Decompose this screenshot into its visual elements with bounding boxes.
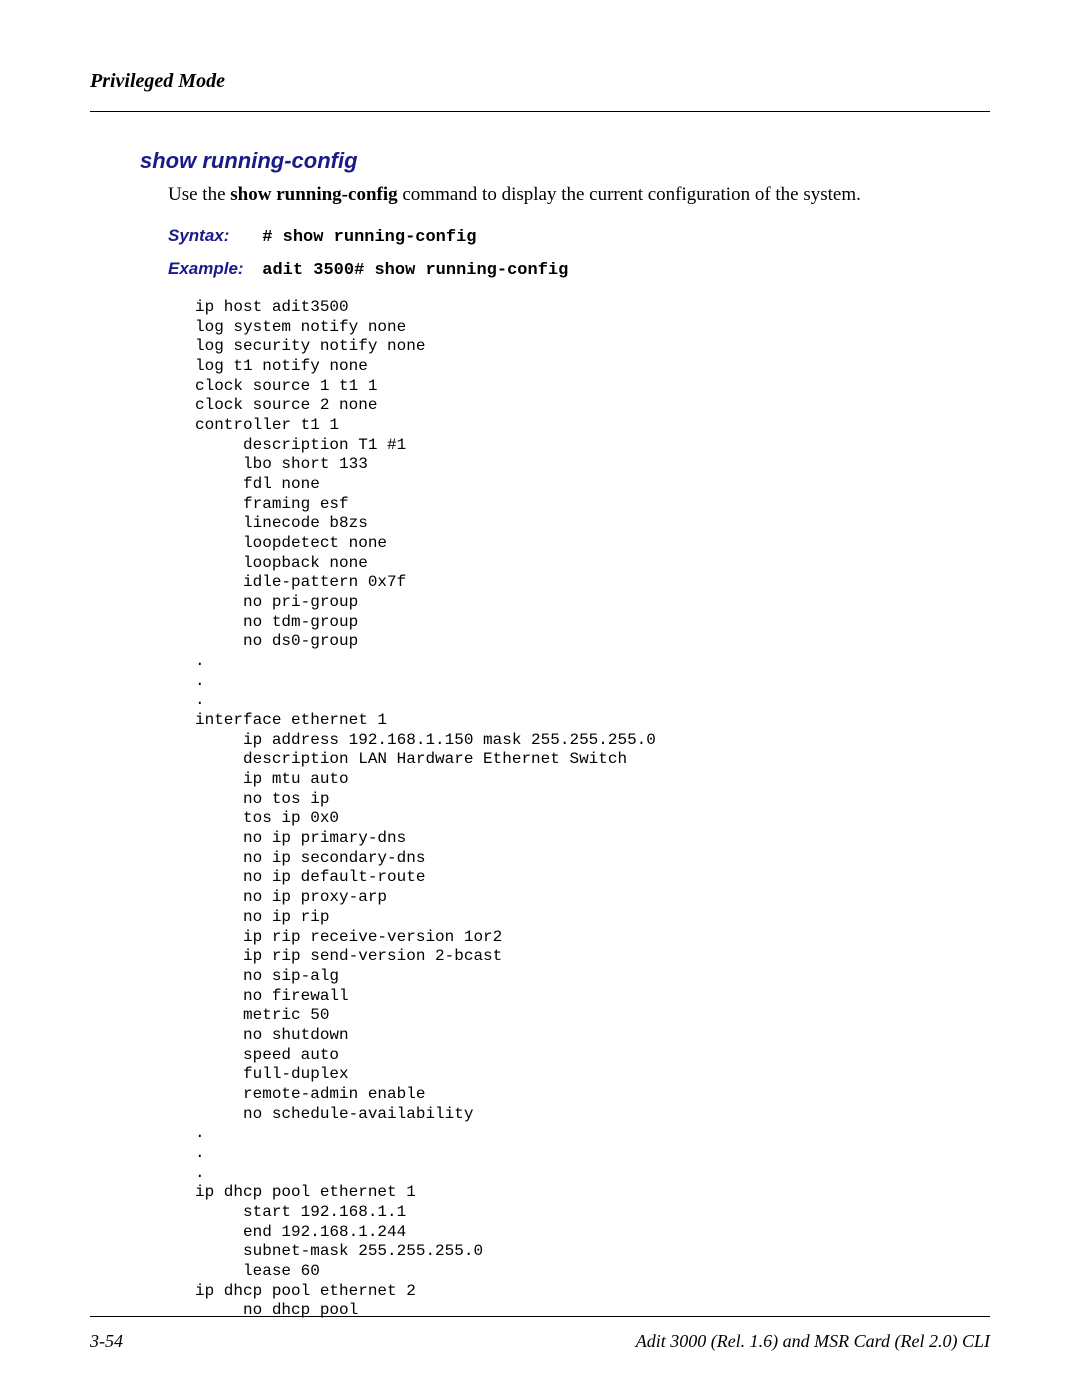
footer-divider xyxy=(90,1316,990,1317)
syntax-value: # show running-config xyxy=(262,228,476,247)
example-label: Example: xyxy=(168,259,258,279)
intro-command: show running-config xyxy=(230,184,397,205)
syntax-label: Syntax: xyxy=(168,226,258,246)
intro-text: Use the show running-config command to d… xyxy=(168,184,990,206)
doc-title: Adit 3000 (Rel. 1.6) and MSR Card (Rel 2… xyxy=(636,1331,990,1352)
page-footer: 3-54 Adit 3000 (Rel. 1.6) and MSR Card (… xyxy=(90,1316,990,1352)
intro-suffix: command to display the current configura… xyxy=(398,184,861,205)
page-number: 3-54 xyxy=(90,1331,123,1352)
syntax-row: Syntax: # show running-config xyxy=(168,226,990,247)
section-title: show running-config xyxy=(140,148,990,174)
footer-row: 3-54 Adit 3000 (Rel. 1.6) and MSR Card (… xyxy=(90,1331,990,1352)
example-row: Example: adit 3500# show running-config xyxy=(168,259,990,280)
config-output: ip host adit3500 log system notify none … xyxy=(195,298,990,1321)
mode-header: Privileged Mode xyxy=(90,70,990,93)
header-divider xyxy=(90,111,990,112)
content-region: show running-config Use the show running… xyxy=(140,148,990,1321)
intro-prefix: Use the xyxy=(168,184,230,205)
example-value: adit 3500# show running-config xyxy=(262,261,568,280)
